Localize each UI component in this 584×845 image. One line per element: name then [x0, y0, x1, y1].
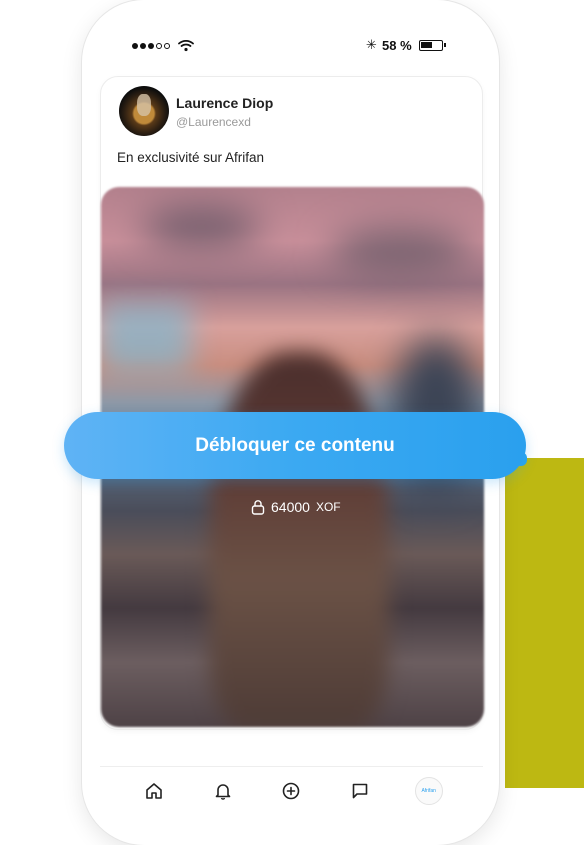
bottom-nav: Afrifan [100, 766, 483, 814]
post-card: Laurence Diop @Laurencexd En exclusivité… [100, 76, 484, 730]
bluetooth-icon: ✳ [366, 37, 377, 52]
price-currency: XOF [315, 500, 341, 514]
post-text: En exclusivité sur Afrifan [117, 150, 265, 165]
price-label: 64000 XOF [251, 499, 341, 515]
profile-avatar: Afrifan [414, 776, 443, 805]
chat-icon[interactable] [343, 774, 377, 808]
battery-percentage: 58 % [382, 38, 412, 53]
home-icon[interactable] [137, 774, 171, 808]
side-accent-panel [505, 458, 584, 788]
author-name[interactable]: Laurence Diop [176, 95, 273, 111]
unlock-content-button[interactable]: Débloquer ce contenu [64, 412, 526, 479]
bell-icon[interactable] [206, 774, 240, 808]
signal-strength-icon [132, 43, 170, 49]
wifi-icon [178, 39, 194, 52]
plus-circle-icon[interactable] [274, 774, 308, 808]
profile-nav-item[interactable]: Afrifan [412, 774, 446, 808]
status-bar: ✳ 58 % [82, 36, 499, 56]
price-amount: 64000 [271, 499, 310, 515]
lock-icon [251, 500, 265, 515]
author-avatar[interactable] [119, 86, 169, 136]
battery-icon [419, 40, 446, 51]
author-handle[interactable]: @Laurencexd [176, 115, 251, 129]
